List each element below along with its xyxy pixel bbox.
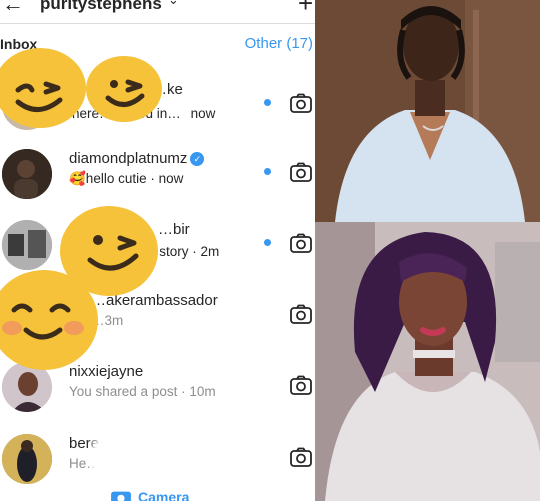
thread-preview: 🥰hello cutie · now: [69, 171, 184, 186]
man-portrait-photo: [315, 0, 540, 222]
thread-time: now: [190, 106, 216, 121]
camera-tab-label: Camera: [138, 489, 190, 501]
smiling-face-emoji: [0, 270, 98, 370]
unread-dot: [264, 168, 271, 175]
verified-badge-icon: ✓: [190, 152, 205, 166]
avatar: [2, 149, 52, 199]
avatar-photo: [2, 220, 52, 270]
winking-face-emoji: [0, 48, 86, 128]
avatar: [2, 434, 52, 484]
camera-icon[interactable]: [289, 160, 313, 184]
thread-row[interactable]: diamondplatnumz ✓ 🥰hello cutie · now: [0, 143, 315, 207]
new-message-plus-icon[interactable]: +: [298, 0, 313, 19]
camera-icon[interactable]: [289, 445, 313, 469]
thread-row[interactable]: bere… He… · 15m: [0, 428, 315, 492]
top-bar: ← puritystephens ⌄ +: [0, 0, 315, 24]
camera-tab-button[interactable]: Camera: [110, 488, 189, 501]
avatar-photo: [2, 149, 52, 199]
back-arrow-icon[interactable]: ←: [2, 0, 24, 15]
camera-icon[interactable]: [289, 91, 313, 115]
avatar: [2, 220, 52, 270]
man-portrait-image: [315, 0, 540, 222]
avatar-photo: [2, 434, 52, 484]
redaction-smudge: [92, 440, 222, 476]
camera-icon[interactable]: [289, 302, 313, 326]
camera-icon[interactable]: [289, 373, 313, 397]
chevron-down-icon[interactable]: ⌄: [168, 0, 179, 8]
thread-name: diamondplatnumz ✓: [69, 150, 205, 167]
woman-selfie-photo: [315, 222, 540, 501]
dm-inbox-panel: ← puritystephens ⌄ + Inbox Other (17) …k…: [0, 0, 315, 501]
woman-selfie-image: [315, 222, 540, 501]
account-username[interactable]: puritystephens: [40, 0, 162, 14]
camera-icon[interactable]: [289, 231, 313, 255]
camera-icon: [111, 491, 131, 501]
thread-name-text: diamondplatnumz: [69, 150, 188, 167]
thread-preview: You shared a post · 10m: [69, 384, 216, 399]
thread-name: …bir: [158, 221, 190, 238]
unread-dot: [264, 239, 271, 246]
unread-dot: [264, 99, 271, 106]
other-requests-link[interactable]: Other (17): [245, 35, 313, 52]
winking-face-emoji: [86, 56, 162, 122]
